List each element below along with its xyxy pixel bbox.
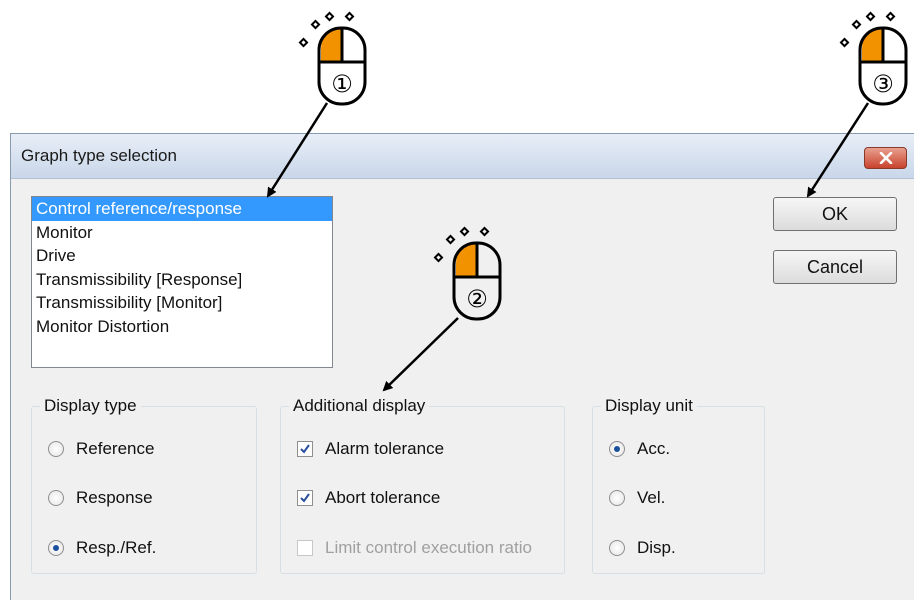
callout-number: ① [331,70,353,98]
display-type-legend: Display type [40,396,141,416]
additional-display-group: Additional display Alarm tolerance Abort… [280,396,565,574]
radio-button[interactable] [48,441,64,457]
radio-button[interactable] [609,490,625,506]
callout-number: ② [466,285,488,313]
list-item[interactable]: Monitor [32,221,332,245]
list-item[interactable]: Control reference/response [32,197,332,221]
radio-label: Reference [76,439,155,458]
radio-label: Acc. [637,439,671,458]
mouse-callout-3: ③ [838,10,914,115]
checkmark-icon [300,444,310,454]
list-item[interactable]: Transmissibility [Response] [32,268,332,292]
mouse-callout-1: ① [297,10,377,115]
checkmark-icon [300,493,310,503]
checkbox-label: Abort tolerance [325,488,441,507]
ok-button[interactable]: OK [773,197,897,231]
additional-display-legend: Additional display [289,396,430,416]
radio-label: Response [76,488,153,507]
dialog-title: Graph type selection [21,146,177,165]
graph-type-list[interactable]: Control reference/response Monitor Drive… [31,196,333,368]
title-bar[interactable]: Graph type selection [11,134,914,179]
list-item[interactable]: Drive [32,244,332,268]
radio-label: Disp. [637,538,676,557]
display-unit-group: Display unit Acc. Vel. Disp. [592,396,765,574]
checkbox-label: Limit control execution ratio [325,538,532,557]
list-item[interactable]: Transmissibility [Monitor] [32,291,332,315]
cancel-button[interactable]: Cancel [773,250,897,284]
radio-button[interactable] [609,441,625,457]
checkbox[interactable] [297,490,313,506]
close-button[interactable] [864,147,907,169]
checkbox [297,540,313,556]
radio-label: Vel. [637,488,666,507]
close-x-icon [879,152,893,164]
checkbox[interactable] [297,441,313,457]
display-type-group: Display type Reference Response Resp./Re… [31,396,257,574]
callout-number: ③ [872,70,894,98]
radio-button[interactable] [609,540,625,556]
mouse-callout-2: ② [432,225,512,330]
display-unit-legend: Display unit [601,396,697,416]
checkbox-label: Alarm tolerance [325,439,445,458]
radio-button[interactable] [48,540,64,556]
graph-type-dialog: Graph type selection Control reference/r… [10,133,914,600]
radio-button[interactable] [48,490,64,506]
radio-label: Resp./Ref. [76,538,157,557]
list-item[interactable]: Monitor Distortion [32,315,332,339]
